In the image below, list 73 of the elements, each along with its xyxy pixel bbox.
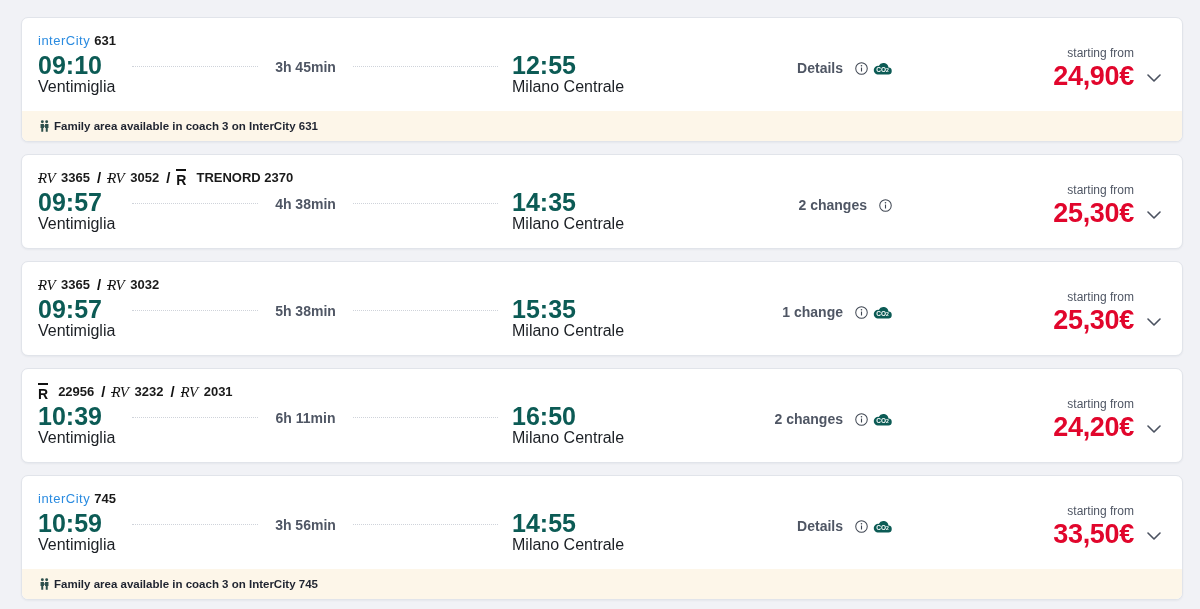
arrival-station: Milano Centrale — [512, 429, 625, 447]
duration-text: 3h 45min — [275, 58, 336, 77]
notice-text: Family area available in coach 3 on InterCity 631 — [54, 120, 318, 132]
train-number: 3365 — [61, 277, 90, 293]
chevron-icon[interactable] — [1147, 532, 1161, 540]
info-icon[interactable] — [855, 412, 868, 426]
info-icon[interactable] — [879, 198, 892, 212]
price-text: 25,30€ — [1053, 305, 1134, 335]
info-icon[interactable] — [855, 61, 868, 75]
train-number: 3052 — [130, 170, 160, 186]
departure-station: Ventimiglia — [38, 322, 116, 340]
family-icon — [40, 120, 49, 132]
departure-time: 10:59 — [38, 510, 102, 536]
duration-text: 4h 38min — [275, 195, 336, 214]
train-number: 2031 — [203, 384, 233, 400]
info-link[interactable]: 1 change — [782, 303, 843, 321]
train-number: 3032 — [130, 277, 160, 293]
info-icon[interactable] — [855, 519, 868, 533]
separator-slash: / — [97, 170, 102, 186]
info-link[interactable]: Details — [797, 59, 843, 77]
arrival-time: 12:55 — [512, 52, 576, 78]
train-number: TRENORD 2370 — [196, 170, 294, 186]
departure-time: 10:39 — [38, 403, 102, 429]
price-caption: starting from — [1067, 182, 1134, 198]
arrival-station: Milano Centrale — [512, 78, 625, 96]
arrival-station: Milano Centrale — [512, 536, 625, 554]
chevron-icon[interactable] — [1147, 211, 1161, 219]
separator-slash: / — [166, 170, 171, 186]
departure-station: Ventimiglia — [38, 536, 116, 554]
arrival-time: 16:50 — [512, 403, 576, 429]
price-caption: starting from — [1067, 45, 1134, 61]
departure-station: Ventimiglia — [38, 215, 116, 233]
separator-slash: / — [101, 384, 106, 400]
price-caption: starting from — [1067, 396, 1134, 412]
departure-station: Ventimiglia — [38, 78, 116, 96]
departure-time: 09:57 — [38, 296, 102, 322]
train-number: 3232 — [134, 384, 164, 400]
arrival-time: 15:35 — [512, 296, 576, 322]
price-caption: starting from — [1067, 503, 1134, 519]
duration-text: 5h 38min — [275, 302, 336, 321]
train-number: 22956 — [58, 384, 95, 400]
train-brand-logo: interCity — [38, 491, 91, 507]
departure-station: Ventimiglia — [38, 429, 116, 447]
price-caption: starting from — [1067, 289, 1134, 305]
info-icon[interactable] — [855, 305, 868, 319]
price-text: 25,30€ — [1053, 198, 1134, 228]
info-link[interactable]: 2 changes — [798, 196, 867, 214]
info-link[interactable]: 2 changes — [774, 410, 843, 428]
arrival-station: Milano Centrale — [512, 322, 625, 340]
departure-time: 09:10 — [38, 52, 102, 78]
separator-slash: / — [97, 277, 102, 293]
price-text: 33,50€ — [1053, 519, 1134, 549]
train-brand-logo: R — [176, 168, 187, 188]
chevron-icon[interactable] — [1147, 318, 1161, 326]
duration-text: 3h 56min — [275, 516, 336, 535]
info-link[interactable]: Details — [797, 517, 843, 535]
arrival-time: 14:35 — [512, 189, 576, 215]
separator-slash: / — [170, 384, 175, 400]
arrival-time: 14:55 — [512, 510, 576, 536]
price-text: 24,90€ — [1053, 61, 1134, 91]
train-brand-logo: R — [38, 382, 49, 402]
departure-time: 09:57 — [38, 189, 102, 215]
price-text: 24,20€ — [1053, 412, 1134, 442]
chevron-icon[interactable] — [1147, 425, 1161, 433]
train-number: 631 — [94, 33, 116, 49]
family-icon — [40, 578, 49, 590]
train-number: 745 — [94, 491, 116, 507]
train-number: 3365 — [61, 170, 90, 186]
chevron-icon[interactable] — [1147, 74, 1161, 82]
notice-text: Family area available in coach 3 on InterCity 745 — [54, 578, 318, 590]
arrival-station: Milano Centrale — [512, 215, 625, 233]
train-brand-logo: interCity — [38, 33, 91, 49]
duration-text: 6h 11min — [275, 409, 336, 428]
